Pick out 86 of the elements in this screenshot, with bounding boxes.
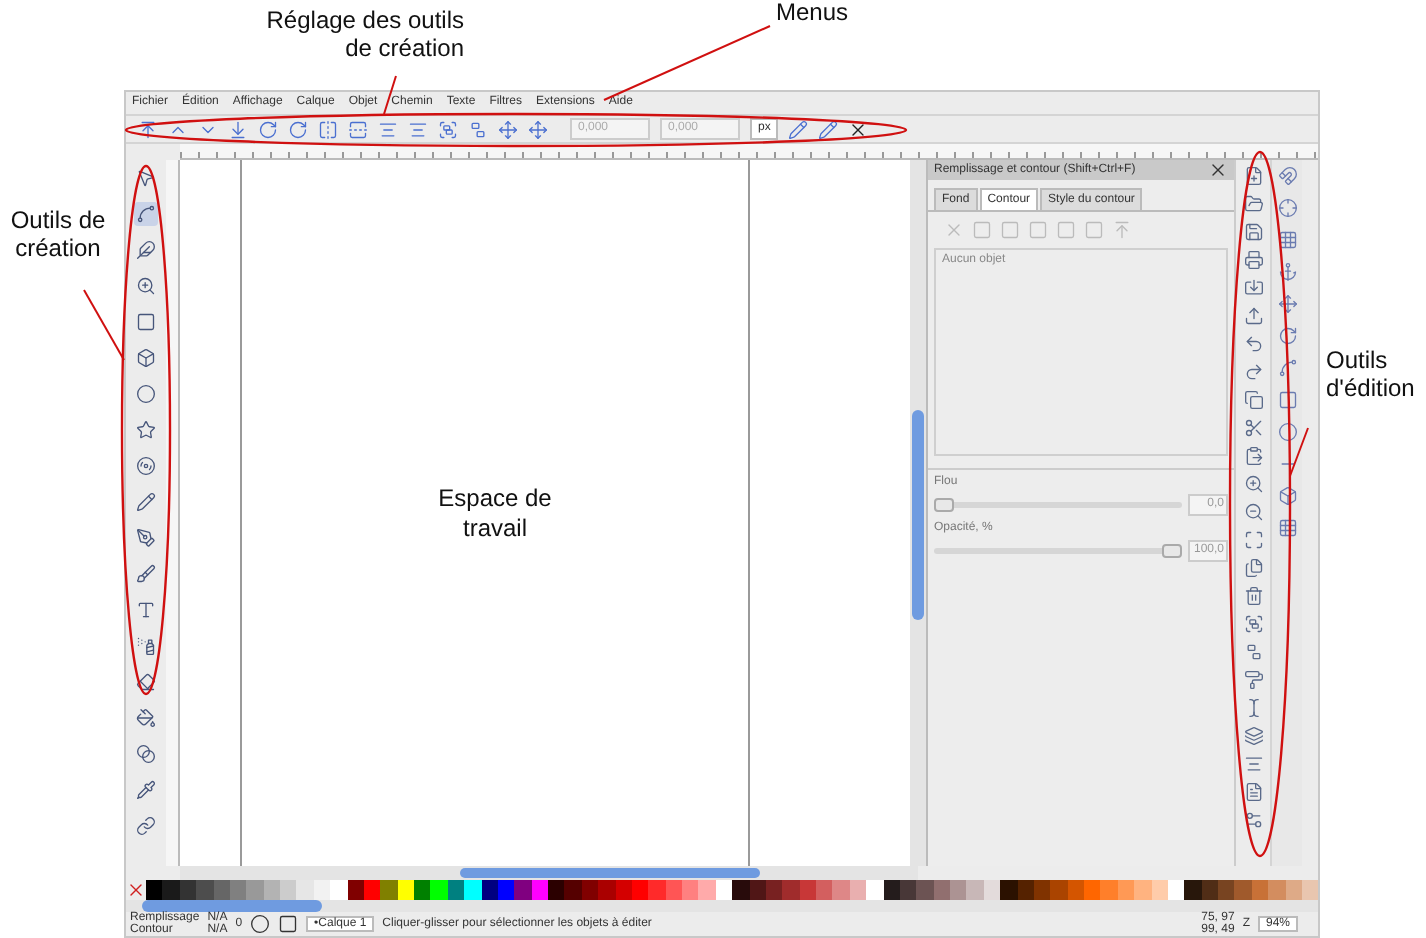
vertical-scrollbar[interactable]	[910, 160, 926, 866]
trash-icon[interactable]	[1243, 586, 1263, 606]
layers-icon[interactable]	[1243, 726, 1263, 746]
annotation-label: Outils d'édition	[1326, 346, 1417, 402]
scrollbar-thumb[interactable]	[142, 900, 322, 912]
close-icon[interactable]	[1208, 160, 1228, 180]
gradient-icon[interactable]	[136, 744, 156, 764]
copy-icon[interactable]	[1243, 390, 1263, 410]
leader-line	[83, 289, 125, 361]
annotation-label: Réglage des outils de création	[264, 6, 464, 62]
flip-vertical-icon[interactable]	[348, 119, 368, 139]
lower-bottom-icon[interactable]	[228, 119, 248, 139]
horizontal-scrollbar[interactable]	[180, 866, 918, 880]
zoom-icon[interactable]	[136, 276, 156, 296]
save-icon[interactable]	[1243, 222, 1263, 242]
rotate-icon[interactable]	[288, 119, 308, 139]
zoom-in-icon[interactable]	[1243, 474, 1263, 494]
no-color-icon[interactable]	[126, 880, 146, 900]
flip-horizontal-icon[interactable]	[318, 119, 338, 139]
spiral-icon[interactable]	[136, 456, 156, 476]
group-icon[interactable]	[1243, 614, 1263, 634]
crosshair-icon[interactable]	[1277, 198, 1297, 218]
annotation-label: Outils de création	[8, 206, 108, 262]
settings-icon[interactable]	[1243, 810, 1263, 830]
slider-thumb[interactable]	[1162, 544, 1182, 558]
leader-line	[1289, 427, 1309, 477]
move-icon[interactable]	[1277, 294, 1297, 314]
rectangle-icon[interactable]	[136, 312, 156, 332]
scrollbar-thumb[interactable]	[912, 410, 924, 620]
roller-icon[interactable]	[1243, 670, 1263, 690]
export-icon[interactable]	[1243, 306, 1263, 326]
brush-icon[interactable]	[136, 564, 156, 584]
circle-icon[interactable]	[1277, 422, 1297, 442]
pen-icon[interactable]	[136, 528, 156, 548]
pointer-icon[interactable]	[136, 168, 156, 188]
cube-icon[interactable]	[136, 348, 156, 368]
pencil-icon[interactable]	[818, 119, 839, 139]
pipette-icon[interactable]	[136, 780, 156, 800]
slider-thumb[interactable]	[934, 498, 954, 512]
circle-icon[interactable]	[136, 384, 156, 404]
grid-icon[interactable]	[1277, 518, 1297, 538]
align-icon[interactable]	[378, 119, 398, 139]
align-icon[interactable]	[1243, 754, 1263, 774]
duplicate-icon[interactable]	[1243, 558, 1263, 578]
connector-icon[interactable]	[136, 816, 156, 836]
align-icon[interactable]	[408, 119, 428, 139]
folder-icon[interactable]	[1243, 194, 1263, 214]
palette-scrollbar[interactable]	[126, 900, 1318, 912]
printer-icon[interactable]	[1243, 250, 1263, 270]
anchor-icon[interactable]	[1277, 262, 1297, 282]
scissors-icon[interactable]	[1243, 418, 1263, 438]
pencil-icon[interactable]	[136, 492, 156, 512]
annotation-label: Espace de travail	[436, 483, 554, 543]
group-icon[interactable]	[438, 119, 458, 139]
eraser-icon[interactable]	[136, 672, 156, 692]
frame-icon[interactable]	[1277, 390, 1297, 410]
rotate-icon[interactable]	[258, 119, 278, 139]
text-icon[interactable]	[136, 600, 156, 620]
box-icon[interactable]	[1277, 486, 1297, 506]
path-icon[interactable]	[1277, 358, 1297, 378]
color-palette[interactable]	[146, 880, 1318, 900]
scrollbar-thumb[interactable]	[460, 868, 760, 878]
paste-icon[interactable]	[1243, 446, 1263, 466]
close-icon[interactable]	[848, 119, 869, 139]
new-file-icon[interactable]	[1243, 166, 1263, 186]
redo-icon[interactable]	[1243, 362, 1263, 382]
fit-icon[interactable]	[1243, 530, 1263, 550]
feather-icon[interactable]	[136, 240, 156, 260]
magnet-icon[interactable]	[1277, 166, 1297, 186]
move-icon[interactable]	[528, 119, 548, 139]
node-icon[interactable]	[136, 204, 156, 224]
undo-icon[interactable]	[1243, 334, 1263, 354]
grid-icon[interactable]	[1277, 230, 1297, 250]
import-icon[interactable]	[1243, 278, 1263, 298]
raise-top-icon[interactable]	[138, 119, 158, 139]
bucket-icon[interactable]	[136, 708, 156, 728]
zoom-out-icon[interactable]	[1243, 502, 1263, 522]
document-icon[interactable]	[1243, 782, 1263, 802]
ungroup-icon[interactable]	[468, 119, 488, 139]
star-icon[interactable]	[136, 420, 156, 440]
text-cursor-icon[interactable]	[1243, 698, 1263, 718]
rotate-icon[interactable]	[1277, 326, 1297, 346]
move-icon[interactable]	[498, 119, 518, 139]
annotation-label: Menus	[776, 0, 849, 26]
pencil-icon[interactable]	[788, 119, 809, 139]
ungroup-icon[interactable]	[1243, 642, 1263, 662]
